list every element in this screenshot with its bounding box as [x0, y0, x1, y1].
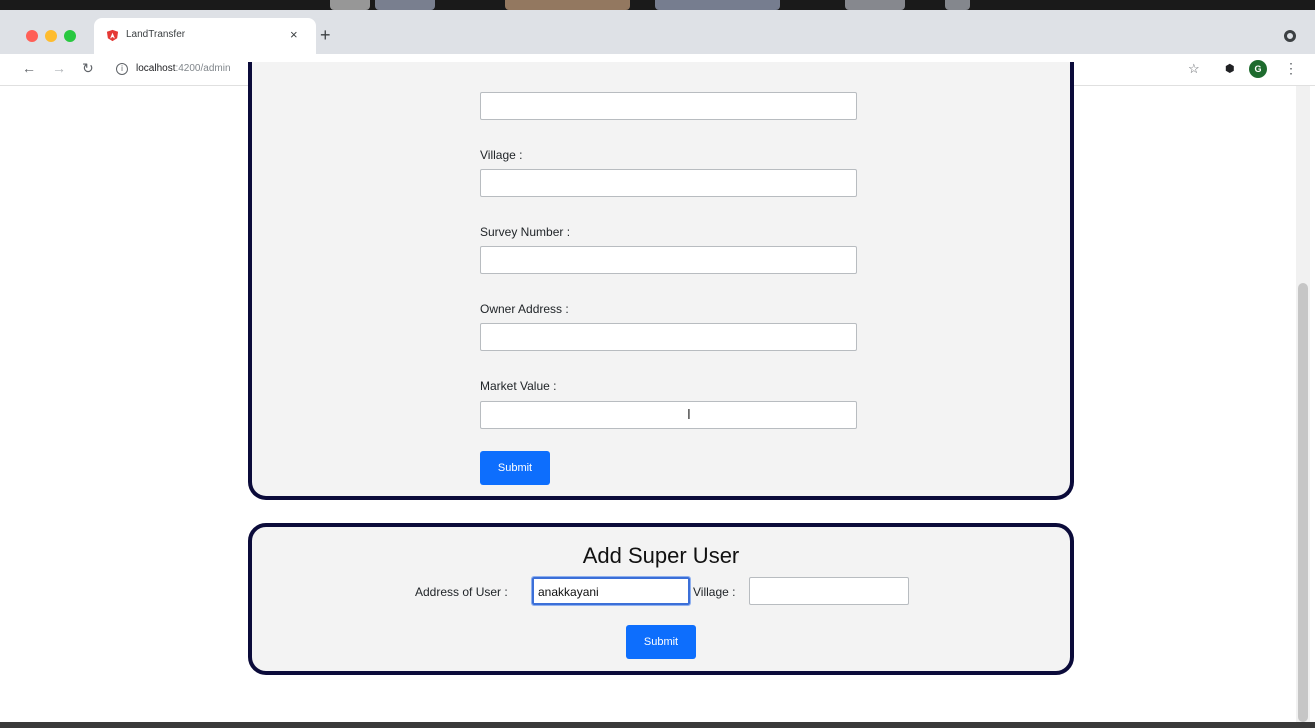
url-path: :4200/admin — [175, 63, 231, 74]
browser-tab-bar: LandTransfer × + — [0, 10, 1315, 54]
owner-address-input[interactable] — [480, 323, 857, 351]
text-cursor-icon: I — [687, 408, 691, 423]
screen-bottom-edge — [0, 722, 1315, 728]
decorative-blob — [375, 0, 435, 10]
tab-title: LandTransfer — [126, 29, 186, 40]
super-user-village-input[interactable] — [749, 577, 909, 605]
window-close-button[interactable] — [26, 30, 38, 42]
browser-tab[interactable]: LandTransfer × — [94, 18, 316, 54]
village-input[interactable] — [480, 169, 857, 197]
add-super-user-card: Add Super User Address of User : anakkay… — [248, 523, 1074, 675]
super-user-submit-button[interactable]: Submit — [626, 625, 696, 659]
window-minimize-button[interactable] — [45, 30, 57, 42]
market-value-input[interactable]: I — [480, 401, 857, 429]
forward-arrow-icon[interactable]: → — [52, 60, 66, 76]
address-of-user-input[interactable]: anakkayani — [531, 576, 691, 606]
address-of-user-label: Address of User : — [415, 585, 508, 599]
window-maximize-button[interactable] — [64, 30, 76, 42]
decorative-blob — [505, 0, 630, 10]
reload-icon[interactable]: ↻ — [82, 60, 94, 77]
screen-top-strip — [0, 0, 1315, 10]
tab-close-icon[interactable]: × — [290, 27, 298, 42]
village-label: Village : — [480, 148, 523, 162]
decorative-blob — [655, 0, 780, 10]
extensions-icon[interactable]: ⬢ — [1225, 62, 1235, 75]
land-field-1-input[interactable] — [480, 92, 857, 120]
new-tab-icon[interactable]: + — [320, 26, 331, 44]
land-submit-button[interactable]: Submit — [480, 451, 550, 485]
owner-address-label: Owner Address : — [480, 302, 569, 316]
land-details-card: Village : Survey Number : Owner Address … — [248, 62, 1074, 500]
profile-avatar[interactable]: G — [1249, 60, 1267, 78]
super-user-village-label: Village : — [693, 585, 736, 599]
decorative-blob — [845, 0, 905, 10]
decorative-blob — [330, 0, 370, 10]
decorative-blob — [945, 0, 970, 10]
address-bar[interactable]: localhost:4200/admin — [136, 63, 231, 74]
page-scrollbar-thumb[interactable] — [1298, 283, 1308, 722]
market-value-label: Market Value : — [480, 379, 557, 393]
survey-number-label: Survey Number : — [480, 225, 571, 239]
angular-favicon-icon — [106, 29, 119, 42]
back-arrow-icon[interactable]: ← — [22, 60, 36, 76]
site-info-icon[interactable]: i — [116, 63, 128, 75]
survey-number-input[interactable] — [480, 246, 857, 274]
url-host: localhost — [136, 63, 176, 74]
bookmark-star-icon[interactable]: ☆ — [1188, 61, 1200, 77]
browser-menu-icon[interactable]: ⋮ — [1284, 60, 1298, 77]
super-user-heading: Add Super User — [582, 543, 740, 568]
tab-search-icon[interactable] — [1284, 30, 1296, 42]
